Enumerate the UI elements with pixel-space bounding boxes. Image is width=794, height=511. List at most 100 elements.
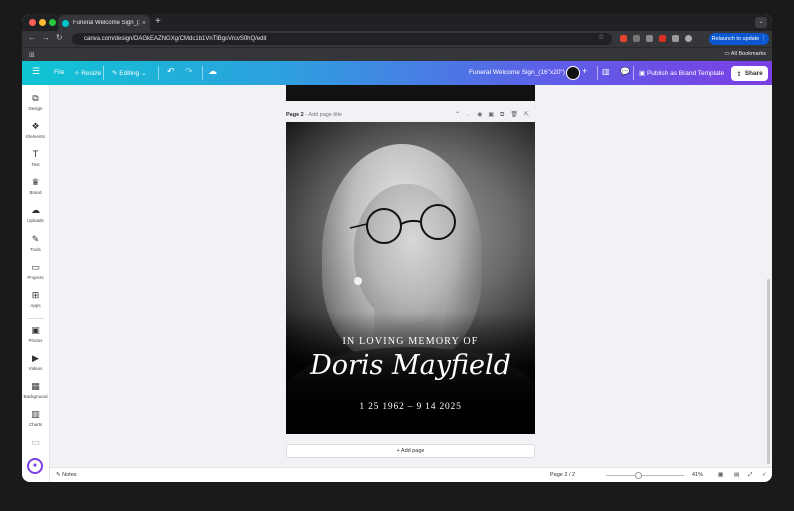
reload-icon[interactable]: ↻ [56,33,63,42]
document-title[interactable]: Funeral Welcome Sign_(16"x20") [469,69,565,76]
apps-grid-icon[interactable]: ⊞ [29,51,35,59]
undo-icon[interactable]: ↶ [167,66,175,77]
background-pattern-icon: ▦ [31,381,40,391]
notes-button[interactable]: ✎ Notes [56,472,77,478]
redo-icon[interactable]: ↷ [185,66,193,77]
file-menu[interactable]: File [54,69,64,76]
text-icon: T [32,149,39,159]
extension-icon[interactable] [672,35,679,42]
magic-assistant-button[interactable]: ✦ [27,458,43,474]
zoom-slider-handle[interactable] [635,472,642,479]
browser-tab[interactable]: Funeral Welcome Sign_(16"x20") × [58,15,150,31]
sidebar-item-label: Videos [28,366,43,371]
close-tab-icon[interactable]: × [142,20,146,27]
resize-button[interactable]: ✧ Resize [74,69,101,77]
sidebar-item-label: Uploads [27,218,44,223]
fullscreen-icon[interactable]: ⤢ [748,472,752,479]
zoom-slider[interactable] [606,475,684,476]
sidebar-divider [27,318,44,319]
sidebar-item-label: Brand [29,190,42,195]
publish-label: Publish as Brand Template [646,70,725,77]
canva-favicon-icon [62,19,69,27]
page-counter[interactable]: Page 2 / 2 [550,472,575,478]
avatar[interactable] [566,66,580,80]
canvas-scrollbar[interactable] [767,279,770,464]
sidebar-item-projects[interactable]: ▭ Projects [22,262,49,280]
sidebar-item-brand[interactable]: ♛ Brand [22,177,49,195]
sidebar-item-photos[interactable]: ▣ Photos [22,325,49,343]
portrait-earring [354,277,362,285]
grid-view-icon[interactable]: ▦ [718,472,723,478]
extension-icon[interactable] [659,35,666,42]
hamburger-menu-icon[interactable]: ☰ [32,66,40,77]
sidebar-item-background[interactable]: ▦ Background [22,381,49,399]
url-field[interactable]: canva.com/design/DAGkEAZNGXg/CMdc1b1VnTl… [72,33,612,45]
canva-toolbar: ☰ File ✧ Resize ✎ Editing ⌄ ↶ ↷ ☁ Funera… [22,61,772,85]
more-apps-icon: ▭ [31,437,40,447]
sidebar-item-elements[interactable]: ❖ Elements [22,121,49,139]
share-label: Share [744,70,763,77]
new-tab-icon[interactable]: + [155,16,161,27]
chevron-down-icon: ⌄ [139,70,147,77]
extension-icon[interactable] [646,35,653,42]
page-title[interactable]: Page 2 - Add page title [286,112,342,118]
publish-brand-template-button[interactable]: ▣ Publish as Brand Template [639,69,724,77]
sidebar-item-text[interactable]: T Text [22,149,49,167]
chevron-down-icon[interactable]: ⌄ [466,112,477,118]
extension-icon[interactable] [620,35,627,42]
add-page-title-link[interactable]: - Add page title [304,112,342,118]
sidebar-item-label: Elements [26,134,45,139]
add-page-icon[interactable]: ⇱ [524,112,535,118]
eye-icon[interactable]: ◉ [477,112,488,118]
sidebar-item-uploads[interactable]: ☁ Uploads [22,205,49,223]
check-icon[interactable]: ✓ [762,472,767,478]
sidebar-more-icon[interactable]: ▭ [22,437,49,448]
sidebar-item-label: Tools [30,247,41,252]
thumbnail-view-icon[interactable]: ▤ [734,472,739,478]
comment-icon[interactable]: 💬 [620,67,630,76]
duplicate-icon[interactable]: ⧉ [500,112,510,118]
bookmark-star-icon[interactable]: ☆ [598,33,604,41]
browser-tab-bar: Funeral Welcome Sign_(16"x20") × + ⌄ [22,14,772,31]
memorial-design-page[interactable]: IN LOVING MEMORY OF Doris Mayfield 1 25 … [286,122,535,434]
elements-icon: ❖ [31,121,40,131]
add-page-button[interactable]: + Add page [286,444,535,458]
page-2-header: Page 2 - Add page title ⌃⌄◉▣⧉🗑⇱ [286,110,535,121]
minimize-window-button[interactable] [39,19,46,26]
left-sidebar: ⧉ Design ❖ Elements T Text ♛ Brand ☁ Upl… [22,85,50,482]
sidebar-item-apps[interactable]: ⊞ Apps [22,290,49,308]
profile-avatar-icon[interactable] [685,35,692,42]
lock-icon[interactable]: ▣ [488,112,500,118]
add-collaborator-icon[interactable]: + [582,66,587,76]
back-icon[interactable]: ← [28,33,36,42]
deceased-name-text[interactable]: Doris Mayfield [286,350,535,381]
toolbar-divider [158,66,159,80]
portrait-glasses [349,204,456,244]
insights-chart-icon[interactable]: ▥ [602,67,610,76]
upload-icon: ⇪ [736,70,742,78]
maximize-window-button[interactable] [49,19,56,26]
forward-icon[interactable]: → [42,33,50,42]
all-bookmarks-label: All Bookmarks [730,51,766,57]
cloud-save-icon[interactable]: ☁ [208,66,217,77]
sidebar-item-design[interactable]: ⧉ Design [22,93,49,111]
zoom-percent[interactable]: 41% [692,472,703,478]
editing-mode-button[interactable]: ✎ Editing ⌄ [112,69,146,77]
trash-icon[interactable]: 🗑 [510,112,524,118]
relaunch-button[interactable]: Relaunch to update ⋮ [709,33,769,45]
in-loving-memory-text[interactable]: IN LOVING MEMORY OF [286,336,535,347]
chevron-up-icon[interactable]: ⌃ [455,112,466,118]
tab-search-chevron-icon[interactable]: ⌄ [755,17,767,28]
page-1-preview[interactable] [286,85,535,101]
share-button[interactable]: ⇪ Share [731,66,768,81]
life-dates-text[interactable]: 1 25 1962 – 9 14 2025 [286,402,535,412]
sidebar-item-videos[interactable]: ▶ Videos [22,353,49,371]
sidebar-item-label: Text [31,162,40,167]
sidebar-item-charts[interactable]: ▥ Charts [22,409,49,427]
template-icon: ▣ [639,70,647,77]
tab-title: Funeral Welcome Sign_(16"x20") [73,20,140,26]
sidebar-item-tools[interactable]: ✎ Tools [22,234,49,252]
all-bookmarks-link[interactable]: ▭ All Bookmarks [724,51,766,57]
extension-icon[interactable] [633,35,640,42]
close-window-button[interactable] [29,19,36,26]
